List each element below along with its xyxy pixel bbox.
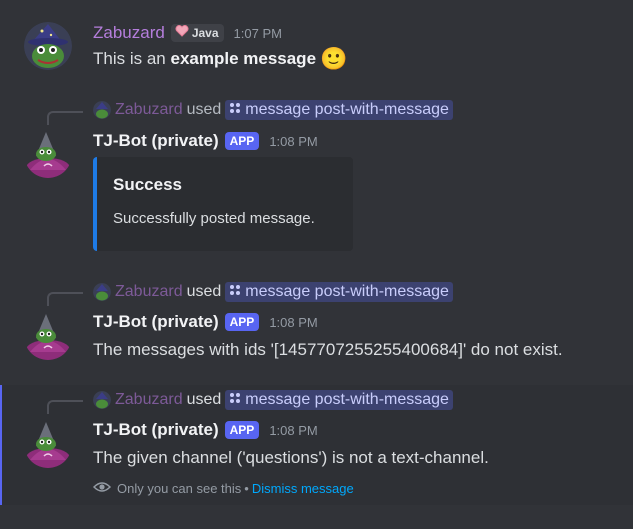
timestamp: 1:08 PM <box>269 314 318 330</box>
app-badge[interactable]: APP <box>224 421 260 439</box>
reply-used-text: used <box>186 101 222 118</box>
reply-username[interactable]: Zabuzard <box>115 391 183 409</box>
slash-command-icon <box>229 390 241 410</box>
avatar-zabuzard[interactable] <box>24 22 72 70</box>
message-text: The messages with ids '[1457707255255400… <box>93 340 563 359</box>
app-badge[interactable]: APP <box>224 313 260 331</box>
embed-card: Success Successfully posted message. <box>93 157 353 251</box>
command-reply[interactable]: Zabuzard used message post-with-message <box>93 100 453 120</box>
timestamp: 1:08 PM <box>269 133 318 149</box>
reply-avatar <box>93 391 111 409</box>
separator-dot: • <box>244 481 249 496</box>
reply-used-text: used <box>186 283 222 300</box>
command-name: message post-with-message <box>245 391 449 408</box>
slash-command-icon <box>229 282 241 302</box>
ephemeral-notice: Only you can see this • Dismiss message <box>92 480 354 497</box>
message-content: This is an example message 🙂 <box>93 48 347 70</box>
reply-connector <box>47 111 83 125</box>
badge-label: Java <box>191 26 219 40</box>
heart-badge-icon <box>175 25 189 41</box>
reply-used-text: used <box>186 391 222 408</box>
avatar-tj-bot[interactable] <box>24 130 72 178</box>
message-header: TJ-Bot (private) APP 1:08 PM <box>93 419 318 441</box>
bot-username[interactable]: TJ-Bot (private) <box>93 131 219 151</box>
role-badge[interactable]: Java <box>170 24 224 42</box>
reply-connector <box>47 400 83 414</box>
avatar-tj-bot[interactable] <box>24 420 72 468</box>
message-header: TJ-Bot (private) APP 1:08 PM <box>93 311 318 333</box>
smile-emoji[interactable]: 🙂 <box>320 48 347 70</box>
timestamp: 1:08 PM <box>269 422 318 438</box>
command-name: message post-with-message <box>245 101 449 118</box>
command-name: message post-with-message <box>245 283 449 300</box>
app-badge[interactable]: APP <box>224 132 260 150</box>
slash-command-icon <box>229 100 241 120</box>
message-text: The given channel ('questions') is not a… <box>93 448 489 467</box>
embed-title: Success <box>113 175 182 194</box>
message-bold-text: example message <box>170 49 317 68</box>
ephemeral-text: Only you can see this <box>117 481 242 496</box>
message-text: This is an <box>93 49 171 68</box>
command-reply[interactable]: Zabuzard used message post-with-message <box>93 282 453 302</box>
embed-description: Successfully posted message. <box>113 210 315 227</box>
eye-icon <box>92 480 112 497</box>
avatar-tj-bot[interactable] <box>24 312 72 360</box>
message-header: TJ-Bot (private) APP 1:08 PM <box>93 130 318 152</box>
reply-username[interactable]: Zabuzard <box>115 283 183 301</box>
reply-avatar <box>93 283 111 301</box>
dismiss-message-link[interactable]: Dismiss message <box>252 481 354 496</box>
bot-username[interactable]: TJ-Bot (private) <box>93 312 219 332</box>
timestamp: 1:07 PM <box>233 25 282 41</box>
reply-username[interactable]: Zabuzard <box>115 101 183 119</box>
command-mention[interactable]: message post-with-message <box>225 100 453 120</box>
message-header: Zabuzard Java 1:07 PM <box>93 22 282 44</box>
reply-avatar <box>93 101 111 119</box>
command-reply[interactable]: Zabuzard used message post-with-message <box>93 390 453 410</box>
command-mention[interactable]: message post-with-message <box>225 282 453 302</box>
bot-username[interactable]: TJ-Bot (private) <box>93 420 219 440</box>
reply-connector <box>47 292 83 306</box>
username[interactable]: Zabuzard <box>93 23 165 43</box>
command-mention[interactable]: message post-with-message <box>225 390 453 410</box>
